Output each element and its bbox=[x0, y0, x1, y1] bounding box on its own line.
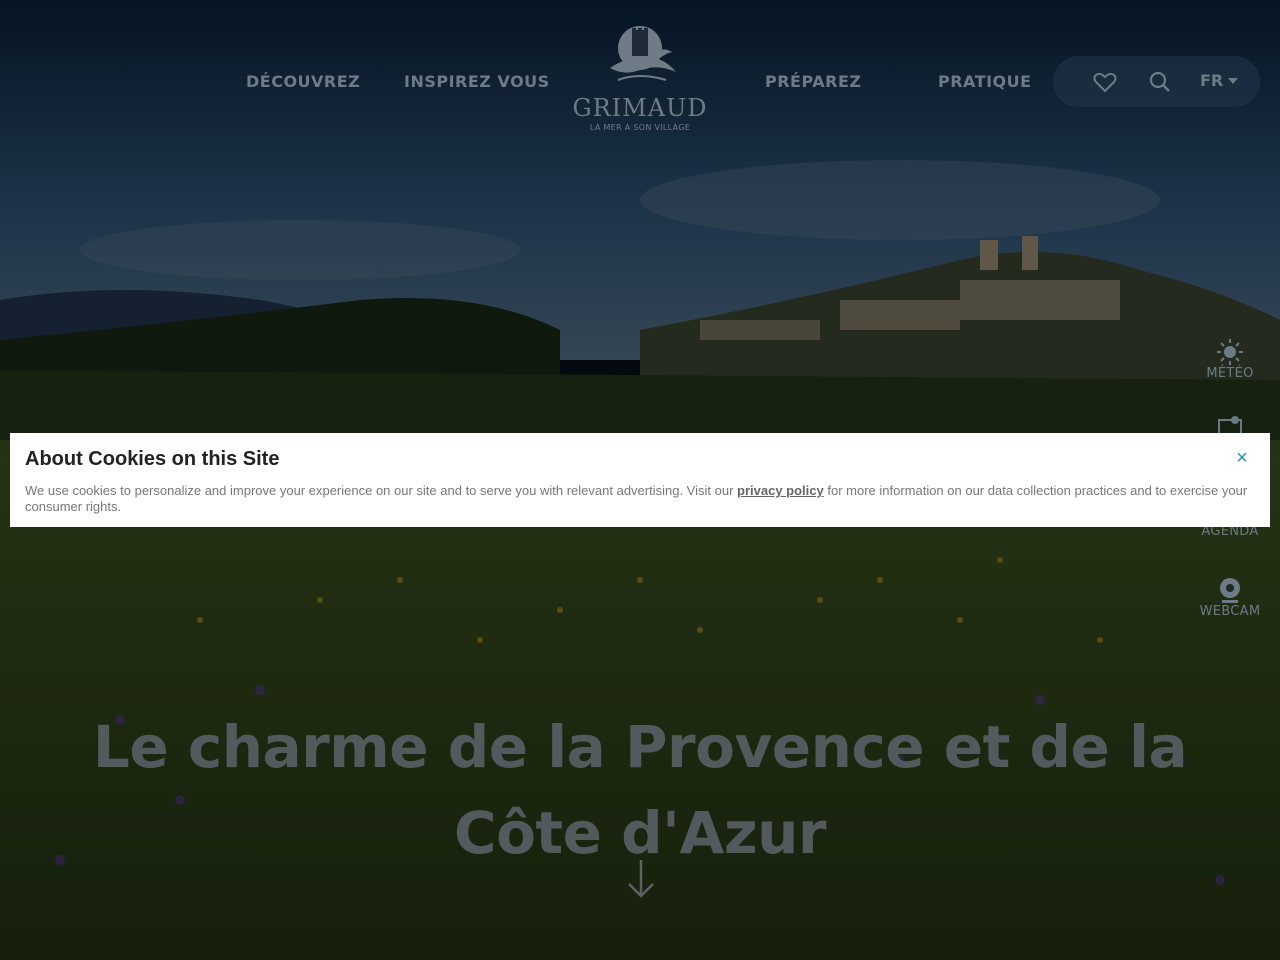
site-logo[interactable]: GRIMAUD LA MER A SON VILLAGE bbox=[566, 24, 714, 140]
search-button[interactable] bbox=[1146, 68, 1174, 96]
cookie-banner: About Cookies on this Site We use cookie… bbox=[10, 433, 1270, 527]
logo-emblem-icon bbox=[610, 26, 676, 81]
favorites-button[interactable] bbox=[1091, 68, 1119, 96]
logo-name: GRIMAUD bbox=[572, 94, 708, 122]
side-widget-label: MÉTÉO bbox=[1206, 366, 1254, 381]
language-selector[interactable]: FR bbox=[1200, 71, 1239, 90]
language-label: FR bbox=[1200, 71, 1224, 90]
scroll-down-arrow-icon[interactable] bbox=[626, 858, 656, 900]
close-icon[interactable]: × bbox=[1232, 446, 1252, 470]
cookie-banner-title: About Cookies on this Site bbox=[25, 448, 280, 470]
side-widget-meteo[interactable]: MÉTÉO bbox=[1190, 336, 1270, 381]
side-widget-label: WEBCAM bbox=[1199, 604, 1261, 619]
hero-title: Le charme de la Provence et de la Côte d… bbox=[92, 713, 1188, 867]
cookie-text-before: We use cookies to personalize and improv… bbox=[25, 483, 738, 498]
cookie-banner-text: We use cookies to personalize and improv… bbox=[25, 483, 1255, 515]
search-icon bbox=[1149, 71, 1170, 92]
sun-icon bbox=[1217, 339, 1243, 365]
nav-item-pratique[interactable]: PRATIQUE bbox=[938, 72, 1032, 91]
nav-item-inspirez-vous[interactable]: INSPIREZ VOUS bbox=[404, 72, 550, 91]
chevron-down-icon bbox=[1228, 77, 1239, 84]
nav-item-preparez[interactable]: PRÉPAREZ bbox=[765, 72, 861, 91]
webcam-icon bbox=[1220, 578, 1240, 603]
privacy-policy-link[interactable]: privacy policy bbox=[737, 483, 824, 498]
nav-item-decouvrez[interactable]: DÉCOUVREZ bbox=[246, 72, 360, 91]
logo-tagline: LA MER A SON VILLAGE bbox=[589, 123, 691, 132]
side-widget-webcam[interactable]: WEBCAM bbox=[1190, 574, 1270, 619]
header-tools: FR bbox=[1053, 56, 1260, 107]
heart-icon bbox=[1093, 72, 1117, 93]
